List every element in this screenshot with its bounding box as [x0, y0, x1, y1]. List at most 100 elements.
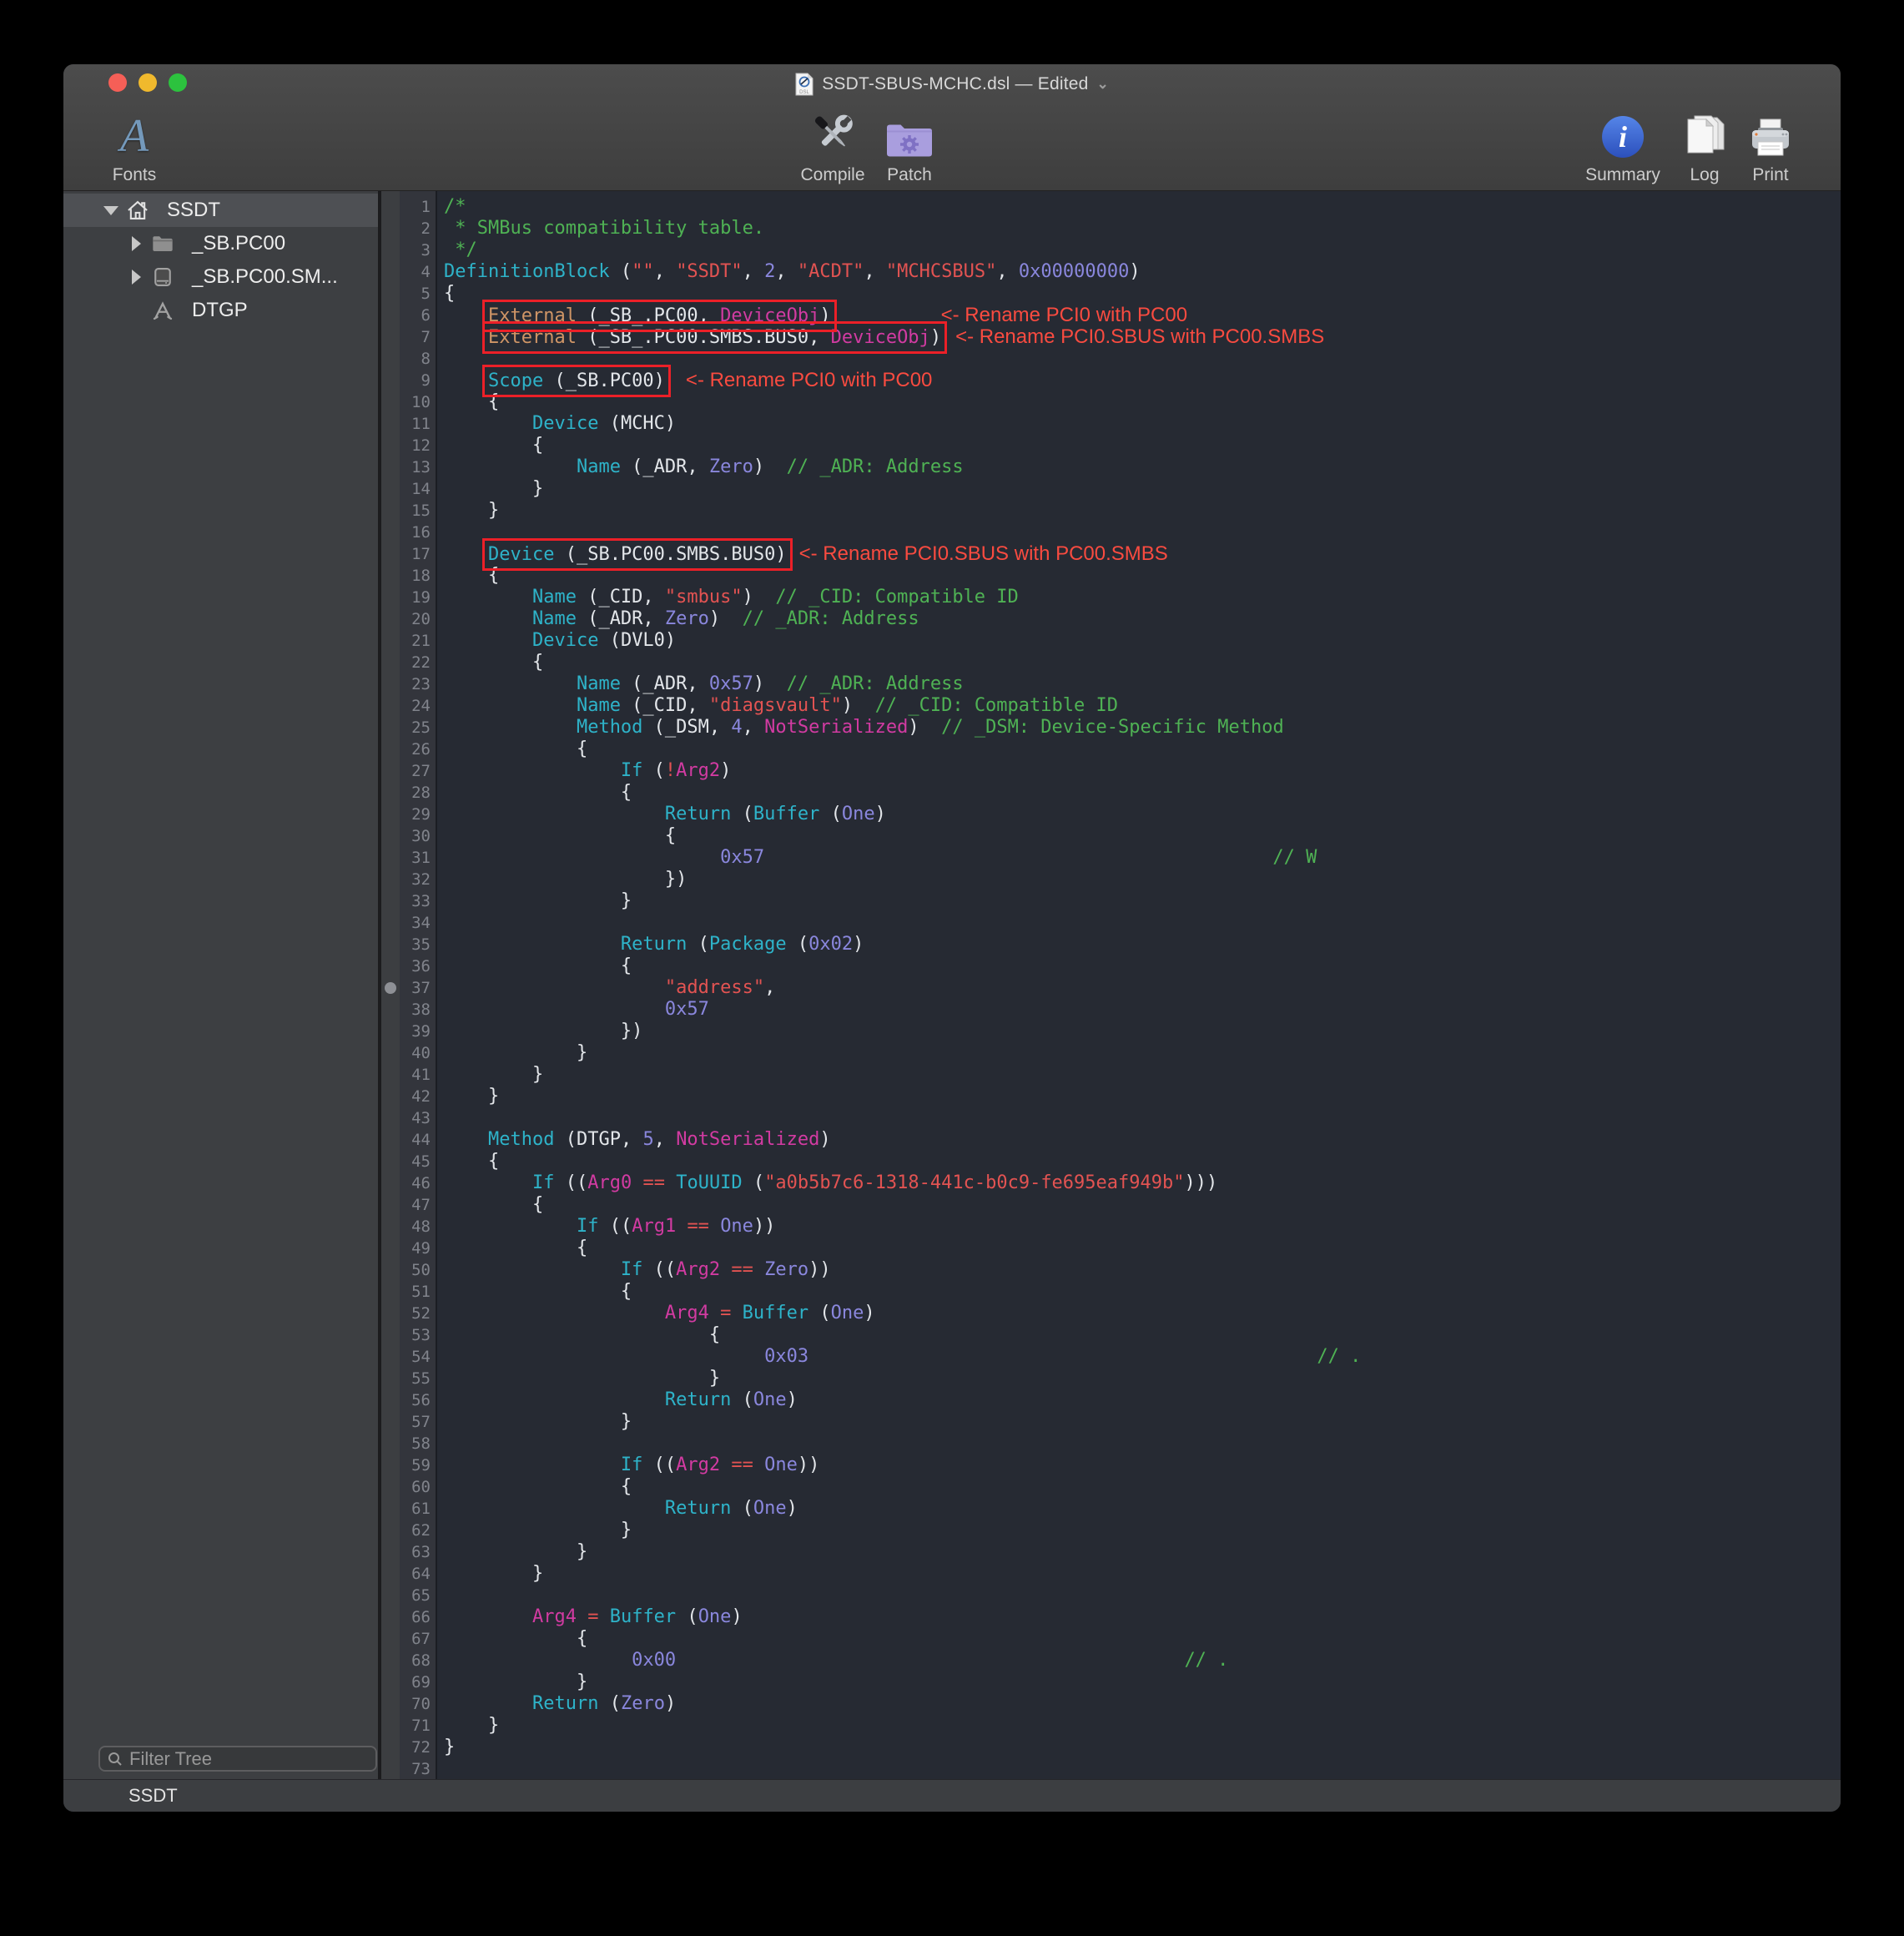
code-line[interactable]: }	[444, 1086, 1841, 1107]
line-number: 7	[400, 326, 431, 348]
rename-annotation: <- Rename PCI0.SBUS with PC00.SMBS	[955, 325, 1324, 348]
code-line[interactable]	[444, 912, 1841, 934]
code-line[interactable]: }	[444, 1563, 1841, 1585]
code-line[interactable]: Return (Buffer (One)	[444, 804, 1841, 825]
code-line[interactable]: {	[444, 782, 1841, 804]
code-line[interactable]	[444, 1585, 1841, 1606]
code-line[interactable]: {	[444, 435, 1841, 456]
code-line[interactable]: "address",	[444, 977, 1841, 999]
code-line[interactable]: Return (One)	[444, 1498, 1841, 1520]
disclosure-triangle-icon[interactable]	[128, 270, 144, 285]
code-line[interactable]: {	[444, 1281, 1841, 1303]
code-line[interactable]: {	[444, 1476, 1841, 1498]
code-line[interactable]	[444, 1758, 1841, 1779]
code-line[interactable]: }	[444, 1411, 1841, 1433]
code-line[interactable]: {	[444, 565, 1841, 587]
toolbar-item-summary[interactable]: i Summary	[1585, 92, 1660, 185]
code-line[interactable]: })	[444, 869, 1841, 890]
code-line[interactable]: Return (Package (0x02)	[444, 934, 1841, 955]
code-line[interactable]: External (_SB_.PC00.SMBS.BUS0, DeviceObj…	[444, 326, 1841, 348]
code-line[interactable]: Name (_ADR, Zero) // _ADR: Address	[444, 456, 1841, 478]
code-line[interactable]: Name (_CID, "diagsvault") // _CID: Compa…	[444, 695, 1841, 717]
code-line[interactable]: Arg4 = Buffer (One)	[444, 1606, 1841, 1628]
code-line[interactable]: Name (_ADR, 0x57) // _ADR: Address	[444, 673, 1841, 695]
sidebar-item-sbpc00[interactable]: _SB.PC00	[63, 227, 378, 260]
printer-icon	[1747, 116, 1794, 159]
toolbar-item-print[interactable]: Print	[1747, 92, 1794, 185]
code-line[interactable]: If ((Arg1 == One))	[444, 1216, 1841, 1238]
code-line[interactable]: DefinitionBlock ("", "SSDT", 2, "ACDT", …	[444, 261, 1841, 283]
line-number: 5	[400, 283, 431, 305]
code-line[interactable]	[444, 1107, 1841, 1129]
code-line[interactable]: {	[444, 739, 1841, 760]
title-row: DSL SSDT-SBUS-MCHC.dsl — Edited ⌄	[63, 71, 1841, 98]
code-line[interactable]: {	[444, 391, 1841, 413]
sidebar-item-ssdt[interactable]: SSDT	[63, 194, 378, 227]
code-editor[interactable]: 1234567891011121314151617181920212223242…	[381, 191, 1841, 1779]
toolbar-item-patch[interactable]: Patch	[884, 92, 934, 185]
title-chevron-icon[interactable]: ⌄	[1097, 76, 1109, 93]
code-line[interactable]: Scope (_SB.PC00)<- Rename PCI0 with PC00	[444, 370, 1841, 391]
toolbar-item-fonts[interactable]: A Fonts	[113, 92, 157, 185]
code-line[interactable]: 0x57	[444, 999, 1841, 1021]
code-line[interactable]	[444, 348, 1841, 370]
statusbar-text: SSDT	[128, 1785, 178, 1807]
toolbar-item-log[interactable]: Log	[1680, 92, 1729, 185]
disclosure-triangle-icon[interactable]	[128, 236, 144, 251]
sidebar-item-dtgp[interactable]: DTGP	[63, 294, 378, 327]
code-line[interactable]	[444, 1433, 1841, 1455]
code-line[interactable]: }	[444, 500, 1841, 522]
code-line[interactable]	[444, 522, 1841, 543]
code-line[interactable]: })	[444, 1021, 1841, 1042]
code-line[interactable]: {	[444, 1238, 1841, 1259]
code-line[interactable]: Method (DTGP, 5, NotSerialized)	[444, 1129, 1841, 1151]
sidebar-item-label: SSDT	[167, 199, 220, 222]
code-line[interactable]: Method (_DSM, 4, NotSerialized) // _DSM:…	[444, 717, 1841, 739]
code-line[interactable]: }	[444, 1064, 1841, 1086]
code-line[interactable]: {	[444, 283, 1841, 305]
code-line[interactable]: 0x57 // W	[444, 847, 1841, 869]
disclosure-triangle-icon[interactable]	[103, 203, 118, 218]
sidebar-item-sbpc00sm[interactable]: _SB.PC00.SM...	[63, 260, 378, 294]
code-line[interactable]: }	[444, 1368, 1841, 1389]
code-line[interactable]: Device (DVL0)	[444, 630, 1841, 652]
code-line[interactable]: If ((Arg0 == ToUUID ("a0b5b7c6-1318-441c…	[444, 1172, 1841, 1194]
code-line[interactable]: External (_SB_.PC00, DeviceObj)<- Rename…	[444, 305, 1841, 326]
code-line[interactable]: Device (_SB.PC00.SMBS.BUS0)<- Rename PCI…	[444, 543, 1841, 565]
code-line[interactable]: 0x00 // .	[444, 1650, 1841, 1671]
code-line[interactable]: }	[444, 1737, 1841, 1758]
code-line[interactable]: Arg4 = Buffer (One)	[444, 1303, 1841, 1324]
code-line[interactable]: {	[444, 1194, 1841, 1216]
code-line[interactable]: }	[444, 1715, 1841, 1737]
code-line[interactable]: }	[444, 890, 1841, 912]
code-line[interactable]: Name (_CID, "smbus") // _CID: Compatible…	[444, 587, 1841, 608]
code-line[interactable]: If ((Arg2 == One))	[444, 1455, 1841, 1476]
marker-gutter[interactable]	[381, 191, 400, 1779]
code-line[interactable]: }	[444, 1671, 1841, 1693]
code-line[interactable]: * SMBus compatibility table.	[444, 218, 1841, 239]
filter-tree-input[interactable]: Filter Tree	[98, 1746, 377, 1772]
code-line[interactable]: }	[444, 1520, 1841, 1541]
code-line[interactable]: 0x03 // .	[444, 1346, 1841, 1368]
code-line[interactable]: {	[444, 1324, 1841, 1346]
code-line[interactable]: }	[444, 1541, 1841, 1563]
code-line[interactable]: {	[444, 1628, 1841, 1650]
code-line[interactable]: /*	[444, 196, 1841, 218]
toolbar-item-compile[interactable]: Compile	[800, 92, 864, 185]
code-line[interactable]: Device (MCHC)	[444, 413, 1841, 435]
code-line[interactable]: If (!Arg2)	[444, 760, 1841, 782]
code-line[interactable]: }	[444, 478, 1841, 500]
sidebar-item-label: _SB.PC00.SM...	[192, 265, 338, 289]
code-line[interactable]: {	[444, 652, 1841, 673]
code-line[interactable]: }	[444, 1042, 1841, 1064]
code-line[interactable]: {	[444, 955, 1841, 977]
code-line[interactable]: Return (One)	[444, 1389, 1841, 1411]
code-line[interactable]: {	[444, 1151, 1841, 1172]
code-line[interactable]: If ((Arg2 == Zero))	[444, 1259, 1841, 1281]
code-line[interactable]: {	[444, 825, 1841, 847]
code-lines[interactable]: /* * SMBus compatibility table. */Defini…	[437, 191, 1841, 1779]
code-line[interactable]: Name (_ADR, Zero) // _ADR: Address	[444, 608, 1841, 630]
code-line[interactable]: */	[444, 239, 1841, 261]
code-line[interactable]: Return (Zero)	[444, 1693, 1841, 1715]
line-number: 40	[400, 1042, 431, 1064]
